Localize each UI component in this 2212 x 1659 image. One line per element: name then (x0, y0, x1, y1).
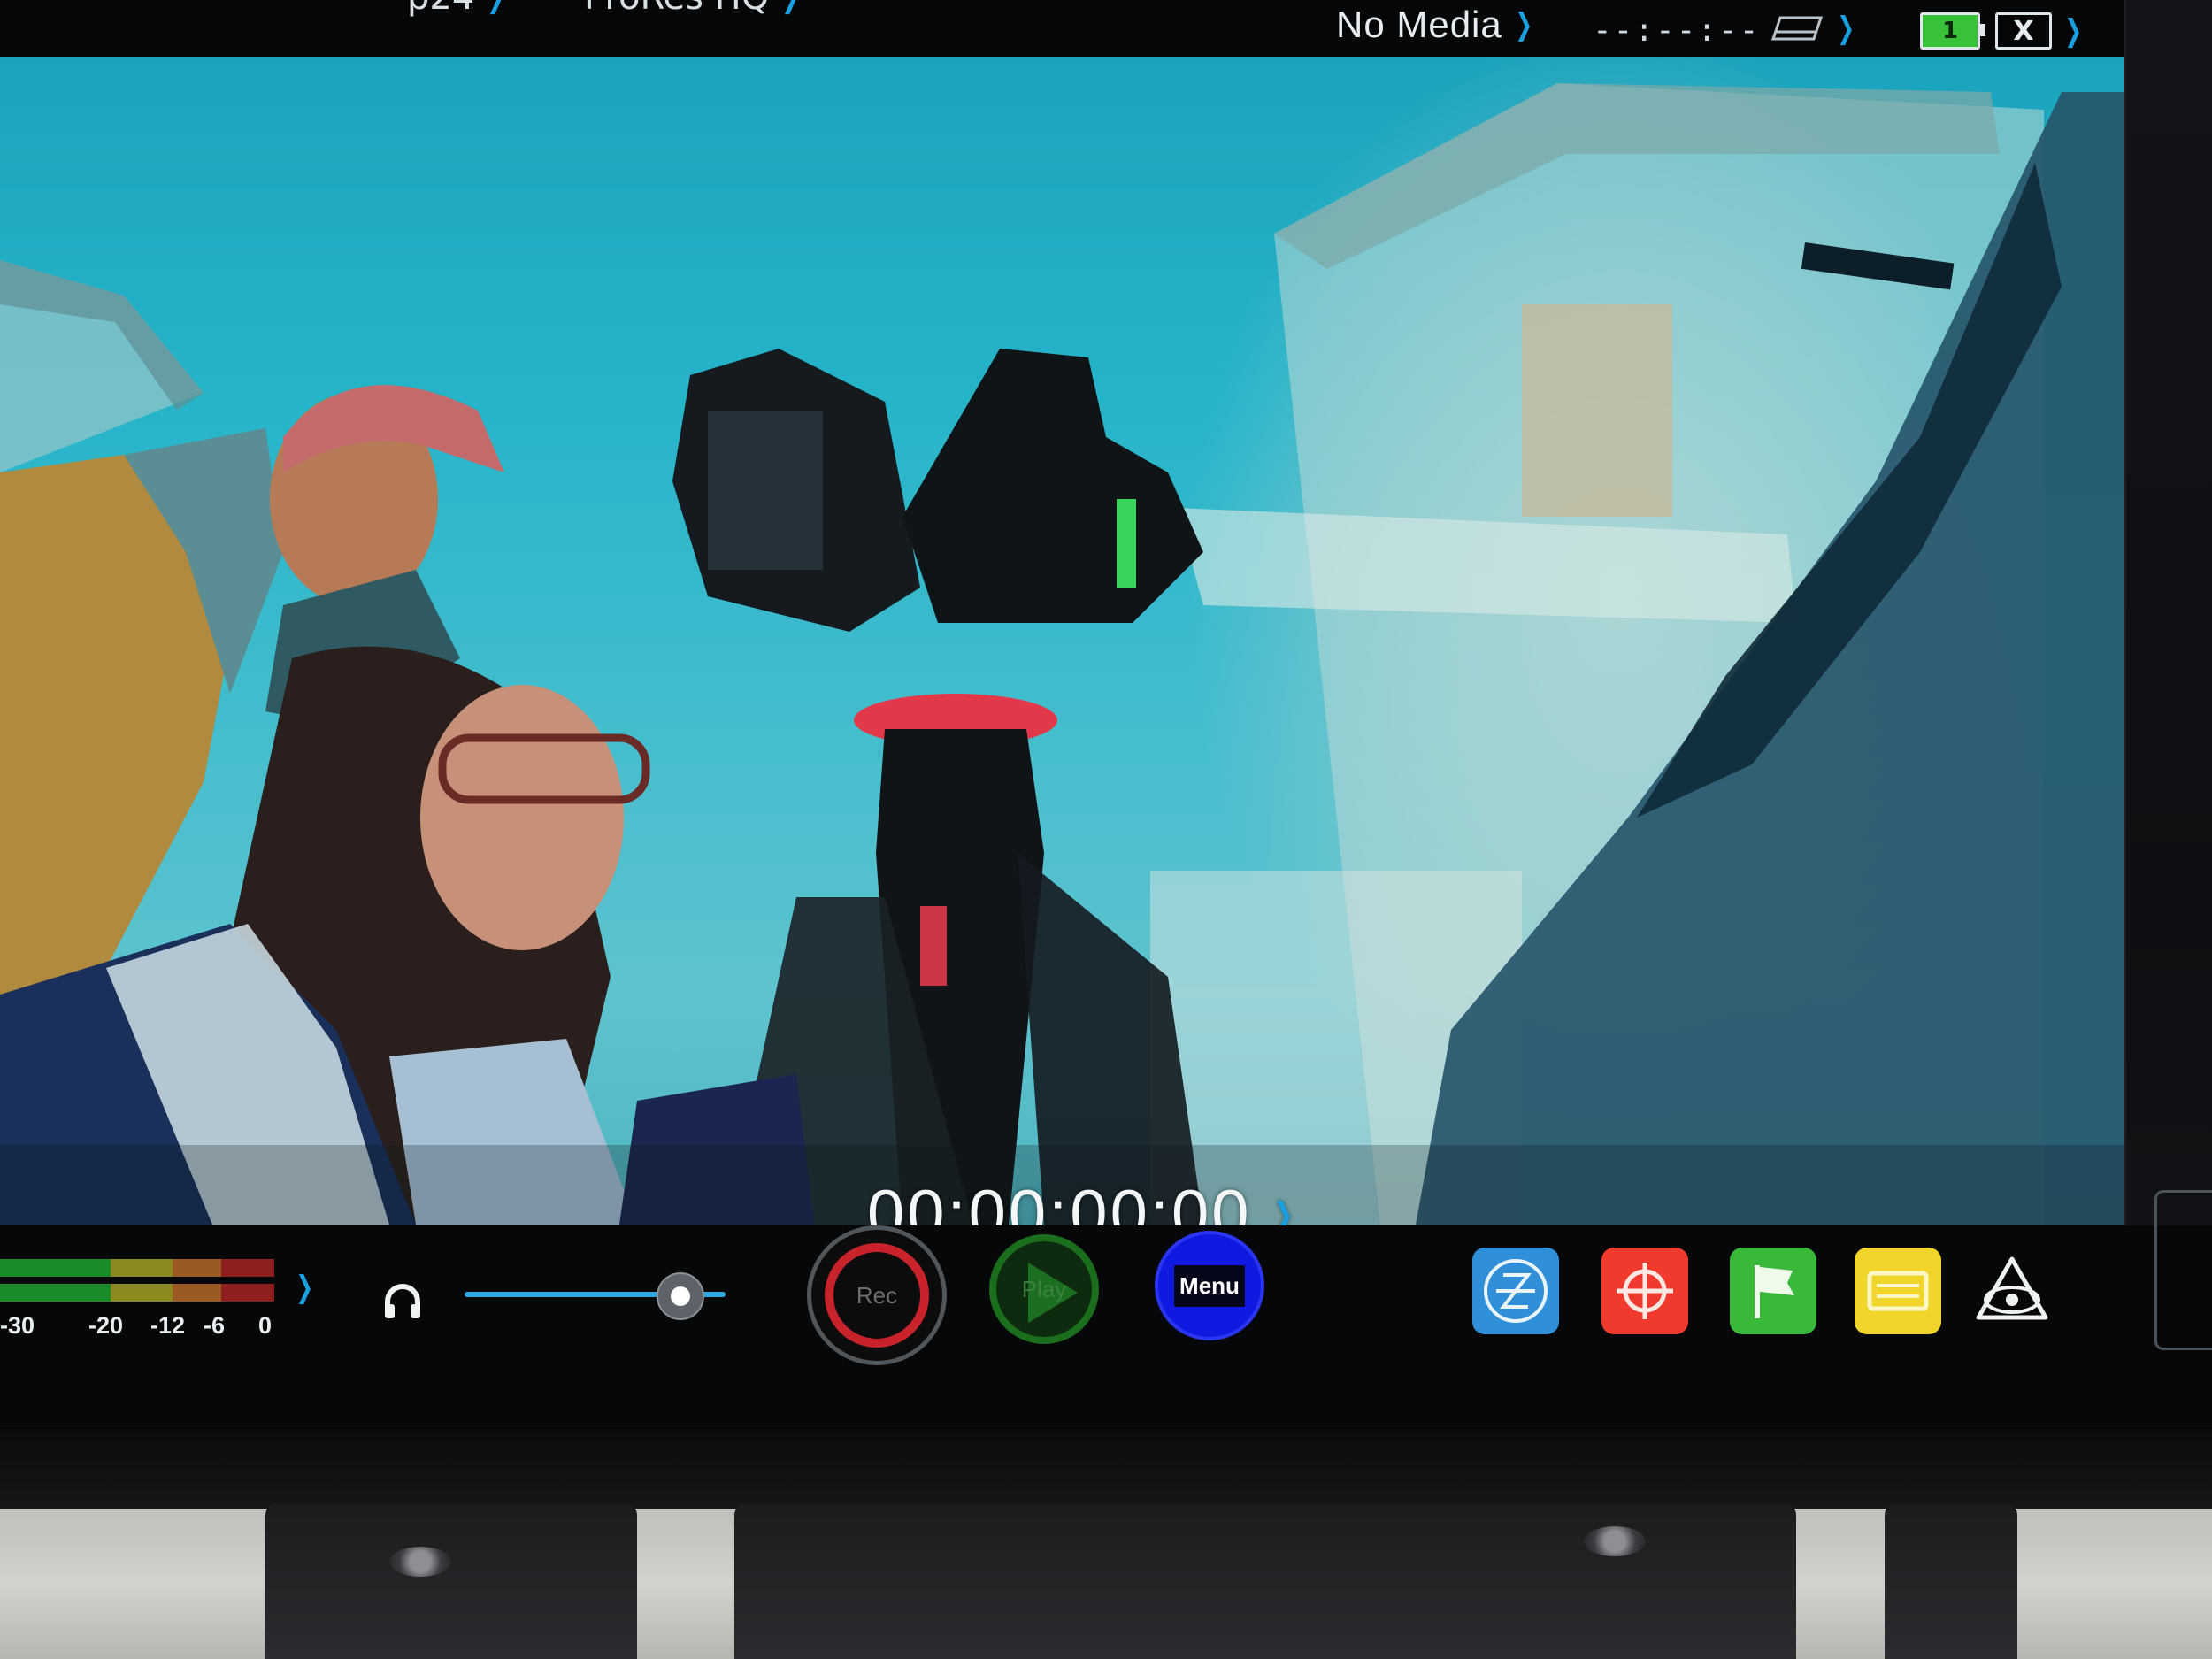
resolution-indicator[interactable]: p24 ❯ (407, 0, 509, 18)
monitor-device: 00:00:00:00 ❯ p24 ❯ ProRes HQ ❯ No Media… (0, 0, 2212, 1659)
frame-guides-button[interactable] (1855, 1248, 1941, 1334)
audio-meter[interactable]: -30 -20 -12 -6 0 (0, 1259, 283, 1348)
menu-label: Menu (1174, 1264, 1245, 1307)
battery-icon: 1 (1920, 12, 1985, 50)
remaining-time-label: --:--:-- (1593, 12, 1761, 49)
mark-flag-button[interactable] (1730, 1248, 1816, 1334)
audio-meter-chevron-icon[interactable]: ❯ (296, 1270, 313, 1305)
drive-indicator[interactable]: ❯ (1770, 11, 1859, 46)
battery-indicator[interactable]: 1 (1920, 12, 1985, 50)
media-slot-indicator[interactable]: X ❯ (1995, 12, 2086, 50)
media-box-symbol: X (2013, 15, 2034, 47)
volume-knob[interactable] (656, 1272, 704, 1320)
focus-peaking-button[interactable] (1601, 1248, 1688, 1334)
media-status[interactable]: No Media ❯ (1336, 4, 1536, 46)
video-frame-image (0, 83, 2124, 1225)
codec-label: ProRes HQ (584, 0, 769, 18)
meter-label: -20 (88, 1312, 124, 1339)
resolution-chevron-icon: ❯ (488, 0, 505, 15)
record-ring: Rec (825, 1243, 929, 1348)
codec-chevron-icon: ❯ (781, 0, 799, 15)
audio-meter-channel-2 (0, 1284, 283, 1302)
mounting-bracket-center (734, 1504, 1796, 1659)
screw (389, 1547, 451, 1577)
codec-indicator[interactable]: ProRes HQ ❯ (584, 0, 803, 18)
play-label: Play (1021, 1275, 1067, 1302)
meter-label: -12 (150, 1312, 186, 1339)
play-button[interactable]: Play (989, 1234, 1099, 1344)
mounting-bracket-left (265, 1504, 637, 1659)
volume-slider[interactable] (465, 1272, 726, 1320)
screw (1584, 1526, 1646, 1556)
audio-meter-scale: -30 -20 -12 -6 0 (0, 1312, 283, 1348)
frame-guide-icon (1867, 1271, 1929, 1311)
meter-label: -30 (0, 1312, 35, 1339)
waveform-tool-button[interactable] (1472, 1248, 1559, 1334)
drive-icon (1770, 16, 1824, 41)
waveform-tool-icon (1484, 1259, 1548, 1323)
resolution-label: p24 (407, 0, 474, 18)
status-bar: p24 ❯ ProRes HQ ❯ No Media ❯ --:--:-- ❯ (0, 0, 2124, 57)
mounting-bracket-right (1885, 1504, 2017, 1659)
flag-icon (1755, 1265, 1794, 1318)
record-button[interactable]: Rec (807, 1225, 947, 1365)
monitor-screen: 00:00:00:00 ❯ p24 ❯ ProRes HQ ❯ No Media… (0, 0, 2126, 1228)
media-slot-chevron-icon: ❯ (2064, 13, 2083, 49)
crosshair-icon (1617, 1263, 1673, 1319)
battery-slot-label: 1 (1941, 18, 1959, 44)
timecode-display[interactable]: 00:00:00:00 ❯ (867, 1176, 1299, 1228)
headphone-icon[interactable] (380, 1279, 425, 1323)
timecode-value: 00:00:00:00 (867, 1177, 1252, 1228)
drive-chevron-icon: ❯ (1837, 11, 1855, 46)
media-chevron-icon: ❯ (1515, 7, 1532, 42)
no-media-icon: X (1995, 12, 2052, 50)
side-bezel-edge (2154, 1190, 2212, 1350)
menu-button[interactable]: Menu (1155, 1231, 1264, 1340)
control-bar: -30 -20 -12 -6 0 ❯ Rec Play Menu (0, 1225, 2212, 1429)
video-preview: 00:00:00:00 ❯ (0, 57, 2124, 1225)
audio-meter-channel-1 (0, 1259, 283, 1277)
remaining-time[interactable]: --:--:-- (1593, 12, 1760, 49)
meter-label: -6 (204, 1312, 226, 1339)
record-label: Rec (856, 1281, 898, 1309)
atomos-logo-icon[interactable] (1971, 1250, 2053, 1332)
meter-label: 0 (258, 1312, 273, 1339)
timecode-chevron-icon[interactable]: ❯ (1273, 1196, 1294, 1226)
lower-bezel (0, 1429, 2212, 1509)
media-status-label: No Media (1336, 4, 1502, 45)
